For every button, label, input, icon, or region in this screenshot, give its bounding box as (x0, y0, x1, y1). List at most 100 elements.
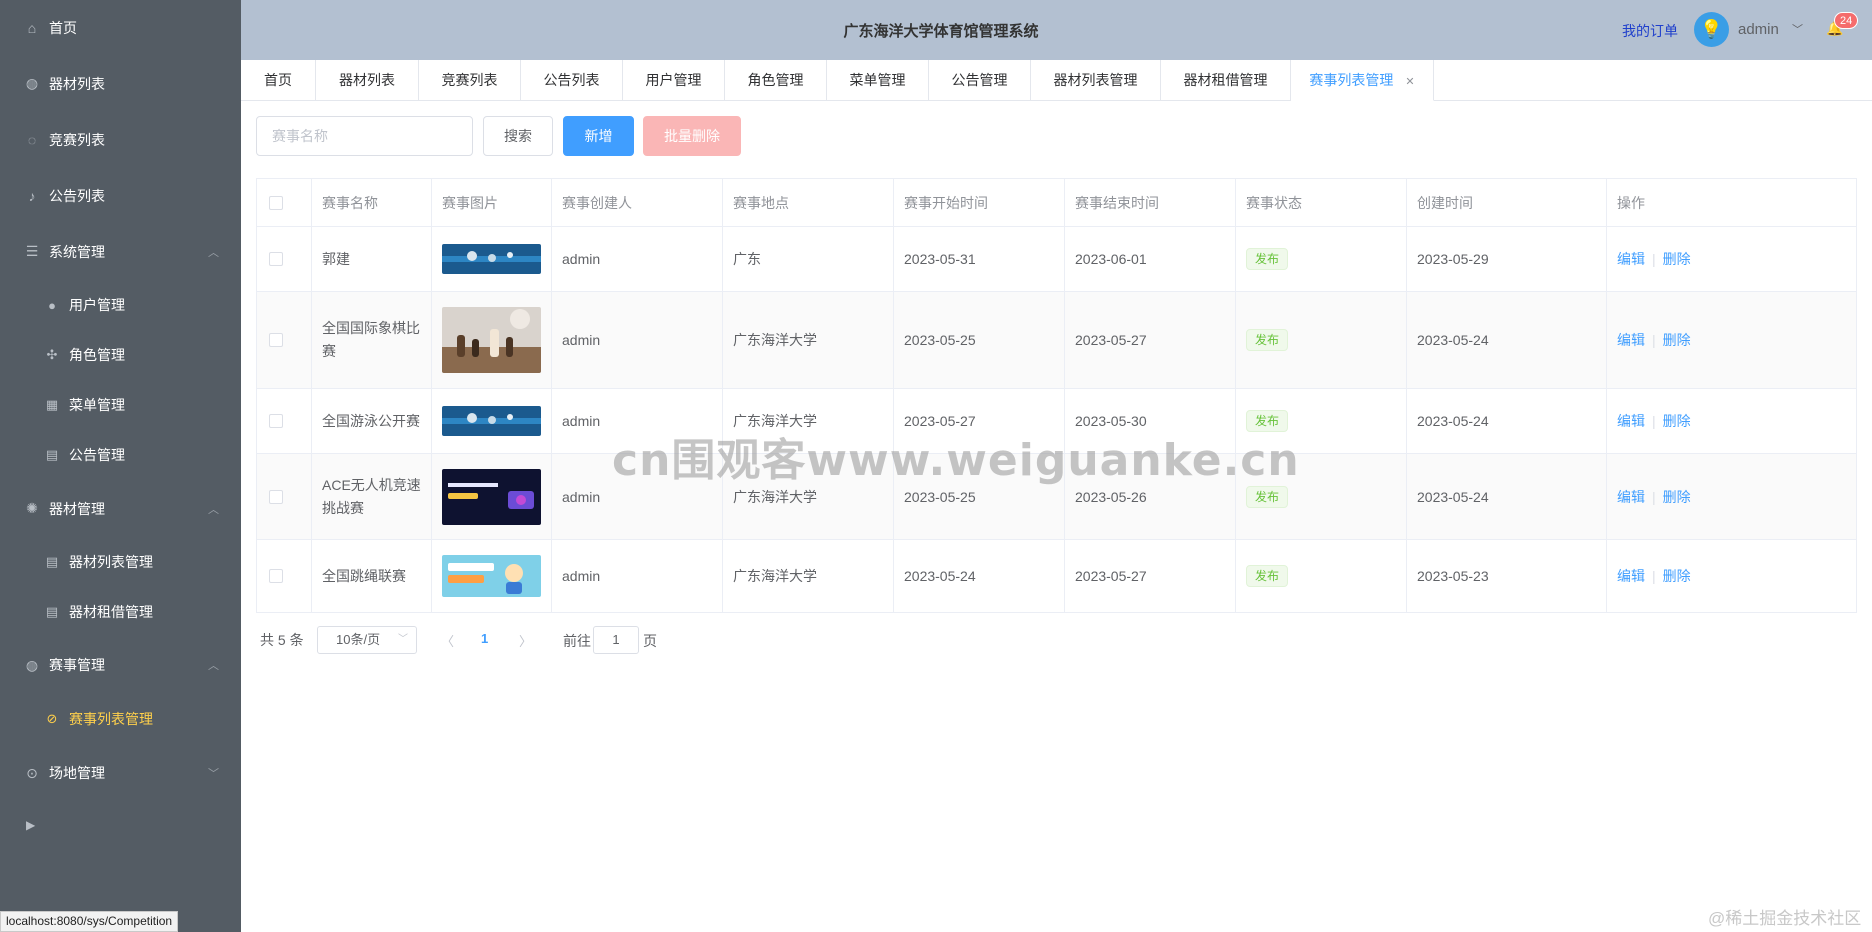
next-page-icon[interactable]: 〉 (519, 631, 532, 650)
competition-image[interactable] (442, 307, 541, 373)
status-badge: 发布 (1246, 248, 1289, 270)
edit-link[interactable]: 编辑 (1617, 249, 1645, 269)
sidebar: ⌂ 首页 ◍ 器材列表 ◌ 竞赛列表 ♪ 公告列表 ☰ 系统管理 ︿ ● 用户管… (0, 0, 241, 932)
page-size-value: 10条/页 (336, 632, 381, 647)
tab-competition-list-management[interactable]: 赛事列表管理 ✕ (1291, 60, 1434, 101)
caret-right-icon[interactable]: ▶ (26, 818, 35, 832)
sliders-icon: ☰ (25, 243, 39, 259)
page-number-current[interactable]: 1 (481, 631, 488, 646)
sidebar-item-competition-list-management[interactable]: ⊘ 赛事列表管理 (0, 693, 241, 745)
tab-competition-list[interactable]: 竞赛列表 (419, 60, 521, 101)
menu-grid-icon: ▦ (45, 397, 59, 412)
add-button[interactable]: 新增 (563, 116, 634, 156)
delete-link[interactable]: 删除 (1663, 249, 1691, 269)
end-time: 2023-05-27 (1065, 292, 1236, 388)
search-button[interactable]: 搜索 (483, 116, 553, 156)
page-size-select[interactable]: 10条/页 ﹀ (317, 626, 417, 654)
delete-link[interactable]: 删除 (1663, 487, 1691, 507)
table-row: 郭建 admin 广东 2023-05-31 2023-06-01 发布 202… (257, 227, 1856, 292)
divider: | (1652, 251, 1656, 267)
table-row: 全国跳绳联赛 admin 广东海洋大学 2023-05-24 2023-05-2… (257, 540, 1856, 612)
creator: admin (552, 292, 723, 388)
tab-bar: 首页 器材列表 竞赛列表 公告列表 用户管理 角色管理 菜单管理 公告管理 器材… (241, 60, 1872, 101)
sidebar-item-equipment-rental-management[interactable]: ▤ 器材租借管理 (0, 587, 241, 637)
header: 广东海洋大学体育馆管理系统 我的订单 💡 admin ﹀ 🔔 24 (241, 0, 1872, 60)
competition-image[interactable] (442, 244, 541, 274)
sidebar-item-notice-management[interactable]: ▤ 公告管理 (0, 430, 241, 480)
sidebar-item-label: 赛事列表管理 (69, 711, 153, 727)
column-header: 赛事开始时间 (894, 179, 1065, 226)
competition-image-cell (432, 540, 552, 612)
tab-equipment-list[interactable]: 器材列表 (316, 60, 419, 101)
sidebar-item-competition-list[interactable]: ◌ 竞赛列表 (0, 111, 241, 168)
created-time: 2023-05-24 (1407, 389, 1607, 453)
competition-image-cell (432, 292, 552, 388)
competition-image[interactable] (442, 555, 541, 597)
tab-equipment-rental-management[interactable]: 器材租借管理 (1161, 60, 1291, 101)
goto-suffix: 页 (643, 633, 657, 649)
edit-link[interactable]: 编辑 (1617, 411, 1645, 431)
sidebar-item-menu-management[interactable]: ▦ 菜单管理 (0, 380, 241, 430)
sidebar-group-system[interactable]: ☰ 系统管理 ︿ (0, 223, 241, 280)
avatar[interactable]: 💡 (1694, 12, 1729, 47)
sidebar-item-label: 场地管理 (49, 765, 105, 781)
row-checkbox[interactable] (269, 489, 283, 504)
competition-image[interactable] (442, 468, 541, 525)
competition-image[interactable] (442, 406, 541, 436)
row-checkbox[interactable] (269, 569, 283, 583)
competition-name: ACE无人机竞速挑战赛 (312, 454, 432, 539)
corner-watermark: @稀土掘金技术社区 (1708, 909, 1862, 928)
sidebar-item-role-management[interactable]: ✣ 角色管理 (0, 330, 241, 380)
delete-link[interactable]: 删除 (1663, 411, 1691, 431)
tab-label: 器材列表 (339, 72, 395, 88)
created-time: 2023-05-23 (1407, 540, 1607, 612)
column-header: 赛事状态 (1236, 179, 1407, 226)
username[interactable]: admin (1738, 21, 1779, 38)
sidebar-item-equipment-list[interactable]: ◍ 器材列表 (0, 56, 241, 111)
tab-notice-list[interactable]: 公告列表 (521, 60, 623, 101)
competition-name: 郭建 (312, 227, 432, 291)
close-icon[interactable]: ✕ (1405, 76, 1414, 88)
competition-image-cell (432, 454, 552, 539)
tab-notice-management[interactable]: 公告管理 (929, 60, 1031, 101)
page-title: 广东海洋大学体育馆管理系统 (843, 23, 1039, 40)
sidebar-item-notice-list[interactable]: ♪ 公告列表 (0, 168, 241, 223)
prev-page-icon[interactable]: 〈 (441, 631, 454, 650)
select-all-checkbox[interactable] (269, 195, 283, 210)
row-checkbox[interactable] (269, 252, 283, 266)
sidebar-item-equipment-list-management[interactable]: ▤ 器材列表管理 (0, 537, 241, 587)
search-input[interactable] (256, 116, 473, 156)
column-header: 创建时间 (1407, 179, 1607, 226)
sidebar-item-home[interactable]: ⌂ 首页 (0, 0, 241, 56)
sidebar-item-label: 菜单管理 (69, 397, 125, 413)
edit-link[interactable]: 编辑 (1617, 330, 1645, 350)
tab-label: 角色管理 (747, 72, 804, 88)
tab-equipment-list-management[interactable]: 器材列表管理 (1031, 60, 1161, 101)
tab-home[interactable]: 首页 (241, 60, 316, 101)
sidebar-group-venue[interactable]: ⊙ 场地管理 ﹀ (0, 745, 241, 801)
my-orders-link[interactable]: 我的订单 (1622, 21, 1678, 41)
column-header: 赛事结束时间 (1065, 179, 1236, 226)
tab-menu-management[interactable]: 菜单管理 (827, 60, 929, 101)
batch-delete-button[interactable]: 批量删除 (643, 116, 741, 156)
pagination-total: 共 5 条 (260, 632, 304, 648)
delete-link[interactable]: 删除 (1663, 566, 1691, 586)
tab-role-management[interactable]: 角色管理 (725, 60, 827, 101)
goto-page-input[interactable]: 1 (593, 626, 639, 654)
delete-link[interactable]: 删除 (1663, 330, 1691, 350)
creator: admin (552, 540, 723, 612)
chevron-down-icon[interactable]: ﹀ (1792, 21, 1803, 37)
row-checkbox[interactable] (269, 414, 283, 428)
sidebar-item-user-management[interactable]: ● 用户管理 (0, 280, 241, 330)
sidebar-group-equipment[interactable]: ✺ 器材管理 ︿ (0, 480, 241, 537)
rank-icon: ✣ (46, 347, 58, 362)
sidebar-group-competition[interactable]: ◍ 赛事管理 ︿ (0, 637, 241, 693)
tab-user-management[interactable]: 用户管理 (623, 60, 725, 101)
home-icon: ⌂ (27, 20, 37, 36)
edit-link[interactable]: 编辑 (1617, 487, 1645, 507)
column-header: 赛事创建人 (552, 179, 723, 226)
row-checkbox[interactable] (269, 333, 283, 347)
chevron-up-icon: ︿ (208, 503, 219, 516)
edit-link[interactable]: 编辑 (1617, 566, 1645, 586)
document-icon: ▤ (45, 604, 59, 619)
